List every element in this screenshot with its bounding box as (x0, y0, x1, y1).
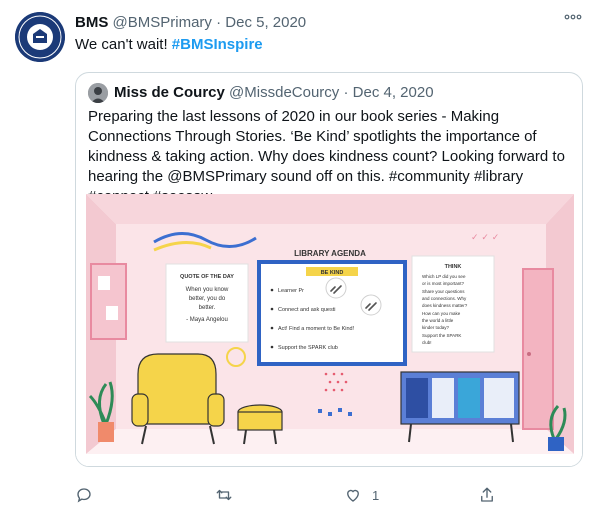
like-button[interactable]: 1 (344, 484, 379, 506)
think-line: or is most important? (422, 281, 465, 286)
hashtag-link[interactable]: #BMSInspire (172, 36, 263, 53)
quote-image[interactable]: QUOTE OF THE DAY When you know better, y… (76, 194, 582, 466)
tweet: BMS @BMSPrimary · Dec 5, 2020 We can't w… (0, 0, 600, 511)
link-icon[interactable] (360, 294, 382, 316)
quote-date[interactable]: Dec 4, 2020 (353, 84, 434, 101)
separator: · (339, 84, 353, 101)
agenda-item: Support the SPARK club (278, 345, 338, 351)
think-line: How can you make (422, 311, 461, 316)
quote-line-2: better, you do (189, 296, 226, 302)
agenda-title: LIBRARY AGENDA (294, 249, 366, 258)
think-line: kinder today? (422, 325, 450, 330)
retweet-icon[interactable] (215, 486, 233, 504)
action-bar: 1 (75, 484, 555, 506)
like-icon[interactable] (344, 486, 362, 504)
think-line: Support the SPARK (422, 333, 461, 338)
be-kind-label: BE KIND (321, 270, 344, 276)
think-line: and connections. Why (422, 296, 467, 301)
agenda-item: Learner Pr (278, 288, 304, 294)
avatar[interactable] (15, 12, 65, 62)
tweet-body: We can't wait! (75, 36, 172, 53)
quote-avatar[interactable] (88, 83, 108, 103)
quote-author-name[interactable]: Miss de Courcy (114, 84, 225, 101)
svg-text:✓ ✓ ✓: ✓ ✓ ✓ (471, 233, 499, 243)
share-button[interactable] (478, 484, 496, 506)
think-line: does kindness matter? (422, 303, 468, 308)
quote-author: - Maya Angelou (186, 317, 228, 323)
quote-text: Preparing the last lessons of 2020 in ou… (88, 108, 565, 205)
separator: · (211, 14, 226, 31)
think-line: the world a little (422, 318, 454, 323)
think-line: Which LP did you see (422, 274, 466, 279)
author-name[interactable]: BMS (75, 14, 108, 31)
quote-line-3: better. (199, 305, 216, 311)
reply-button[interactable] (75, 484, 93, 506)
tweet-date[interactable]: Dec 5, 2020 (225, 14, 306, 31)
reply-icon[interactable] (75, 486, 93, 504)
retweet-button[interactable] (215, 484, 233, 506)
link-icon[interactable] (325, 277, 347, 299)
think-line: club! (422, 340, 432, 345)
agenda-item: Act! Find a moment to Be Kind! (278, 326, 355, 332)
quote-of-day-title: QUOTE OF THE DAY (180, 274, 234, 280)
like-count: 1 (372, 487, 380, 503)
agenda-item: Connect and ask questi (278, 307, 335, 313)
think-line: Share your questions (422, 289, 465, 294)
more-icon[interactable] (562, 12, 584, 28)
quote-line-1: When you know (186, 287, 229, 293)
think-title: THINK (445, 264, 462, 270)
quote-author-handle[interactable]: @MissdeCourcy (229, 84, 339, 101)
tweet-header: BMS @BMSPrimary · Dec 5, 2020 (75, 13, 560, 33)
quote-header: Miss de Courcy @MissdeCourcy · Dec 4, 20… (114, 83, 434, 103)
author-handle[interactable]: @BMSPrimary (113, 14, 212, 31)
quoted-tweet[interactable]: Miss de Courcy @MissdeCourcy · Dec 4, 20… (75, 72, 583, 467)
tweet-text: We can't wait! #BMSInspire (75, 35, 263, 55)
share-icon[interactable] (478, 486, 496, 504)
